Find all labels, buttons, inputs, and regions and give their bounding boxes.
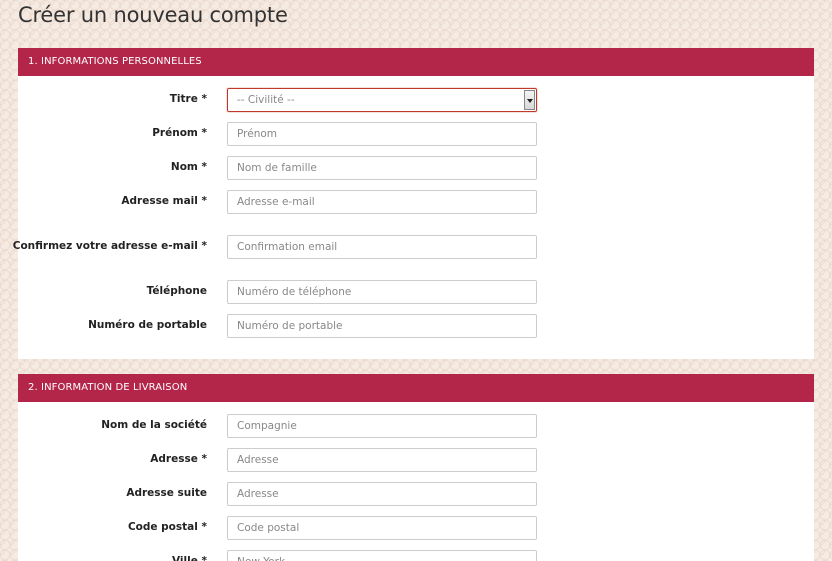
postal-input[interactable]: Code postal [227,516,537,540]
address-label: Adresse * [150,453,207,465]
mobile-label: Numéro de portable [88,319,207,331]
email-confirm-input[interactable]: Confirmation email [227,235,537,259]
title-row: Titre * -- Civilité -- [18,88,814,112]
address2-input[interactable]: Adresse [227,482,537,506]
phone-input[interactable]: Numéro de téléphone [227,280,537,304]
company-input[interactable]: Compagnie [227,414,537,438]
email-label: Adresse mail * [121,195,207,207]
city-label: Ville * [171,555,207,561]
firstname-label: Prénom * [152,127,207,139]
lastname-label: Nom * [170,161,207,173]
address2-row: Adresse suite Adresse [18,482,814,506]
chevron-down-icon[interactable] [524,90,535,110]
city-row: Ville * New York [18,550,814,561]
city-input[interactable]: New York [227,550,537,561]
title-label: Titre * [169,93,207,105]
phone-row: Téléphone Numéro de téléphone [18,280,814,304]
lastname-input[interactable]: Nom de famille [227,156,537,180]
title-select[interactable]: -- Civilité -- [227,88,537,112]
delivery-info-section: 2. INFORMATION DE LIVRAISON Nom de la so… [18,374,814,561]
email-confirm-label: Confirmez votre adresse e-mail * [12,240,207,252]
company-row: Nom de la société Compagnie [18,414,814,438]
email-input[interactable]: Adresse e-mail [227,190,537,214]
mobile-input[interactable]: Numéro de portable [227,314,537,338]
firstname-input[interactable]: Prénom [227,122,537,146]
lastname-row: Nom * Nom de famille [18,156,814,180]
email-confirm-row: Confirmez votre adresse e-mail * Confirm… [13,235,814,259]
address2-label: Adresse suite [126,487,207,499]
section-header-delivery: 2. INFORMATION DE LIVRAISON [18,374,814,402]
email-row: Adresse mail * Adresse e-mail [18,190,814,214]
address-input[interactable]: Adresse [227,448,537,472]
page-title: Créer un nouveau compte [18,3,288,27]
firstname-row: Prénom * Prénom [18,122,814,146]
postal-row: Code postal * Code postal [18,516,814,540]
address-row: Adresse * Adresse [18,448,814,472]
mobile-row: Numéro de portable Numéro de portable [18,314,814,338]
postal-label: Code postal * [127,521,207,533]
personal-info-section: 1. INFORMATIONS PERSONNELLES Titre * -- … [13,48,814,359]
section-header-personal: 1. INFORMATIONS PERSONNELLES [18,48,814,76]
phone-label: Téléphone [146,285,207,297]
title-select-value: -- Civilité -- [237,94,295,106]
company-label: Nom de la société [101,419,207,431]
